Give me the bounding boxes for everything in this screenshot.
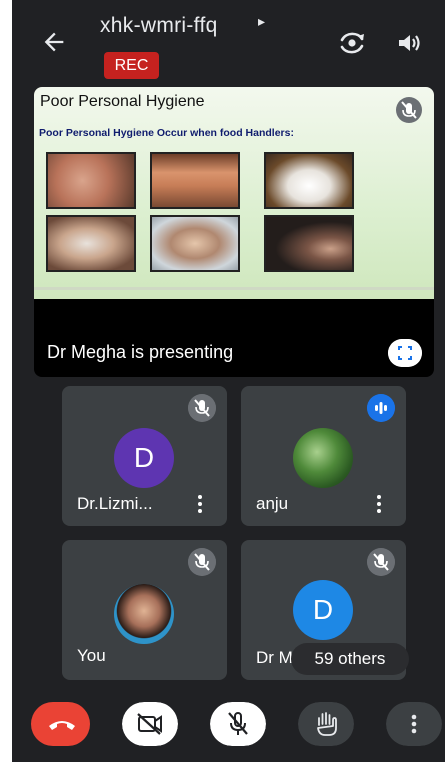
speaker-icon[interactable] [396,30,422,56]
meeting-info-caret-icon[interactable]: ▸ [258,13,265,30]
back-arrow-icon[interactable] [40,28,68,56]
participant-name: Dr.Lizmi... [77,494,153,513]
more-vert-icon[interactable] [373,493,385,515]
presentation-tile[interactable]: Poor Personal Hygiene Poor Personal Hygi… [34,87,434,377]
participant-tile[interactable]: anju [241,386,406,526]
slide-title: Poor Personal Hygiene [40,93,205,110]
participant-tile[interactable]: D Dr.Lizmi... [62,386,227,526]
slide-photo-sneeze [46,215,136,272]
mic-off-icon [396,97,422,123]
mic-off-icon [188,548,216,576]
avatar: D [293,580,353,640]
slide-divider [34,287,434,290]
presenter-label: Dr Megha is presenting [47,342,234,362]
switch-camera-icon[interactable] [338,30,366,56]
participant-name: anju [256,494,289,513]
end-call-icon[interactable] [28,702,90,746]
fullscreen-icon[interactable] [388,339,422,367]
raise-hand-icon[interactable] [298,702,354,746]
slide-photo-chef [264,152,354,209]
slide-photo-nails [150,152,240,209]
mic-off-icon [188,394,216,422]
mic-off-icon [367,548,395,576]
slide-subtitle: Poor Personal Hygiene Occur when food Ha… [39,127,294,139]
slide-photo-hands [46,152,136,209]
meeting-code[interactable]: xhk-wmri-ffq [100,14,218,38]
more-options-icon[interactable] [386,702,442,746]
more-vert-icon[interactable] [194,493,206,515]
avatar [114,584,174,644]
avatar: D [114,428,174,488]
slide-photo-cook [150,215,240,272]
others-count-chip[interactable]: 59 others [291,643,409,675]
slide-photo-finger [264,215,354,272]
participant-name: Dr M [256,648,293,667]
shared-slide: Poor Personal Hygiene Poor Personal Hygi… [34,87,434,299]
camera-off-icon[interactable] [122,702,178,746]
participant-tile-self[interactable]: You [62,540,227,680]
avatar [293,428,353,488]
meet-screen: xhk-wmri-ffq ▸ REC Poor Personal Hygiene… [12,0,445,762]
mic-off-icon[interactable] [210,702,266,746]
recording-badge: REC [104,52,159,79]
speaking-indicator-icon [367,394,395,422]
top-bar: xhk-wmri-ffq ▸ REC [12,0,445,88]
participant-name: You [77,646,106,665]
